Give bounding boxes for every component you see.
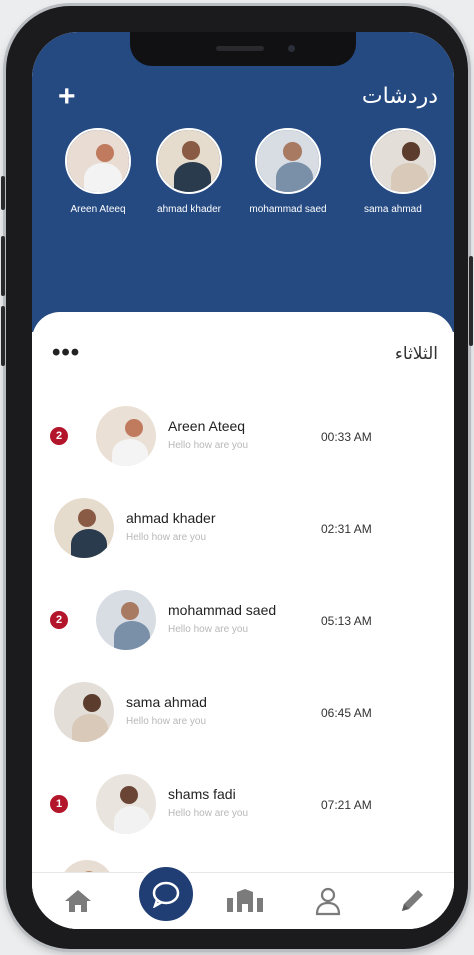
user-icon xyxy=(315,887,341,916)
last-message: Hello how are you xyxy=(168,440,249,451)
edit-nav-button[interactable] xyxy=(382,873,442,929)
story-name: sama ahmad xyxy=(364,204,422,215)
story-name: mohammad saed xyxy=(249,204,327,215)
message-time: 07:21 AM xyxy=(321,798,372,812)
chat-list-panel: ••• الثلاثاء 2 Areen Ateeq Hello how are… xyxy=(32,312,454,929)
speaker xyxy=(216,46,264,51)
story-item[interactable]: Areen Ateeq xyxy=(53,128,143,215)
power-button xyxy=(469,256,473,346)
notch xyxy=(130,32,356,66)
contact-name: sama ahmad xyxy=(126,694,207,710)
last-message: Hello how are you xyxy=(126,532,207,543)
avatar xyxy=(54,682,114,742)
chat-row[interactable]: 1 shams fadi Hello how are you 07:21 AM xyxy=(32,764,454,844)
bottom-nav xyxy=(32,863,454,929)
more-options-button[interactable]: ••• xyxy=(52,341,80,365)
unread-badge: 1 xyxy=(50,795,68,813)
building-nav-button[interactable] xyxy=(215,873,275,929)
chat-row[interactable]: 2 mohammad saed Hello how are you 05:13 … xyxy=(32,580,454,660)
story-item[interactable]: mohammad saed xyxy=(243,128,333,215)
app-screen: + دردشات Areen Ateeq ahmad khader mohamm… xyxy=(32,32,454,929)
contact-name: ahmad khader xyxy=(126,510,216,526)
last-message: Hello how are you xyxy=(168,808,249,819)
story-item[interactable]: ahmad khader xyxy=(144,128,234,215)
avatar xyxy=(96,774,156,834)
mute-switch xyxy=(1,176,5,210)
page-title: دردشات xyxy=(361,84,438,109)
avatar xyxy=(65,128,131,194)
camera xyxy=(288,45,295,52)
contact-name: Areen Ateeq xyxy=(168,418,246,434)
chat-icon xyxy=(152,881,180,908)
message-time: 02:31 AM xyxy=(321,522,372,536)
message-time: 00:33 AM xyxy=(321,430,372,444)
unread-badge: 2 xyxy=(50,611,68,629)
chat-nav-button[interactable] xyxy=(135,863,197,925)
stories-row[interactable]: Areen Ateeq ahmad khader mohammad saed s… xyxy=(32,128,454,228)
phone-frame: + دردشات Areen Ateeq ahmad khader mohamm… xyxy=(1,6,473,949)
story-name: Areen Ateeq xyxy=(70,204,126,215)
message-time: 06:45 AM xyxy=(321,706,372,720)
home-icon xyxy=(65,890,91,912)
avatar xyxy=(156,128,222,194)
avatar xyxy=(255,128,321,194)
home-nav-button[interactable] xyxy=(48,873,108,929)
story-name: ahmad khader xyxy=(157,204,221,215)
message-time: 05:13 AM xyxy=(321,614,372,628)
volume-up-button xyxy=(1,236,5,296)
chat-row[interactable]: ahmad khader Hello how are you 02:31 AM xyxy=(32,488,454,568)
avatar xyxy=(96,406,156,466)
day-label: الثلاثاء xyxy=(394,344,438,364)
unread-badge: 2 xyxy=(50,427,68,445)
avatar xyxy=(54,498,114,558)
last-message: Hello how are you xyxy=(126,716,207,727)
profile-nav-button[interactable] xyxy=(298,873,358,929)
chat-row[interactable]: sama ahmad Hello how are you 06:45 AM xyxy=(32,672,454,752)
pencil-icon xyxy=(402,890,423,911)
header: + دردشات Areen Ateeq ahmad khader mohamm… xyxy=(32,32,454,332)
volume-down-button xyxy=(1,306,5,366)
chat-row[interactable]: 2 Areen Ateeq Hello how are you 00:33 AM xyxy=(32,396,454,476)
new-chat-button[interactable]: + xyxy=(58,82,76,112)
contact-name: shams fadi xyxy=(168,786,236,802)
avatar xyxy=(370,128,436,194)
last-message: Hello how are you xyxy=(168,624,249,635)
contact-name: mohammad saed xyxy=(168,602,277,618)
avatar xyxy=(96,590,156,650)
story-item[interactable]: sama ahmad xyxy=(358,128,448,215)
building-icon xyxy=(227,889,263,912)
